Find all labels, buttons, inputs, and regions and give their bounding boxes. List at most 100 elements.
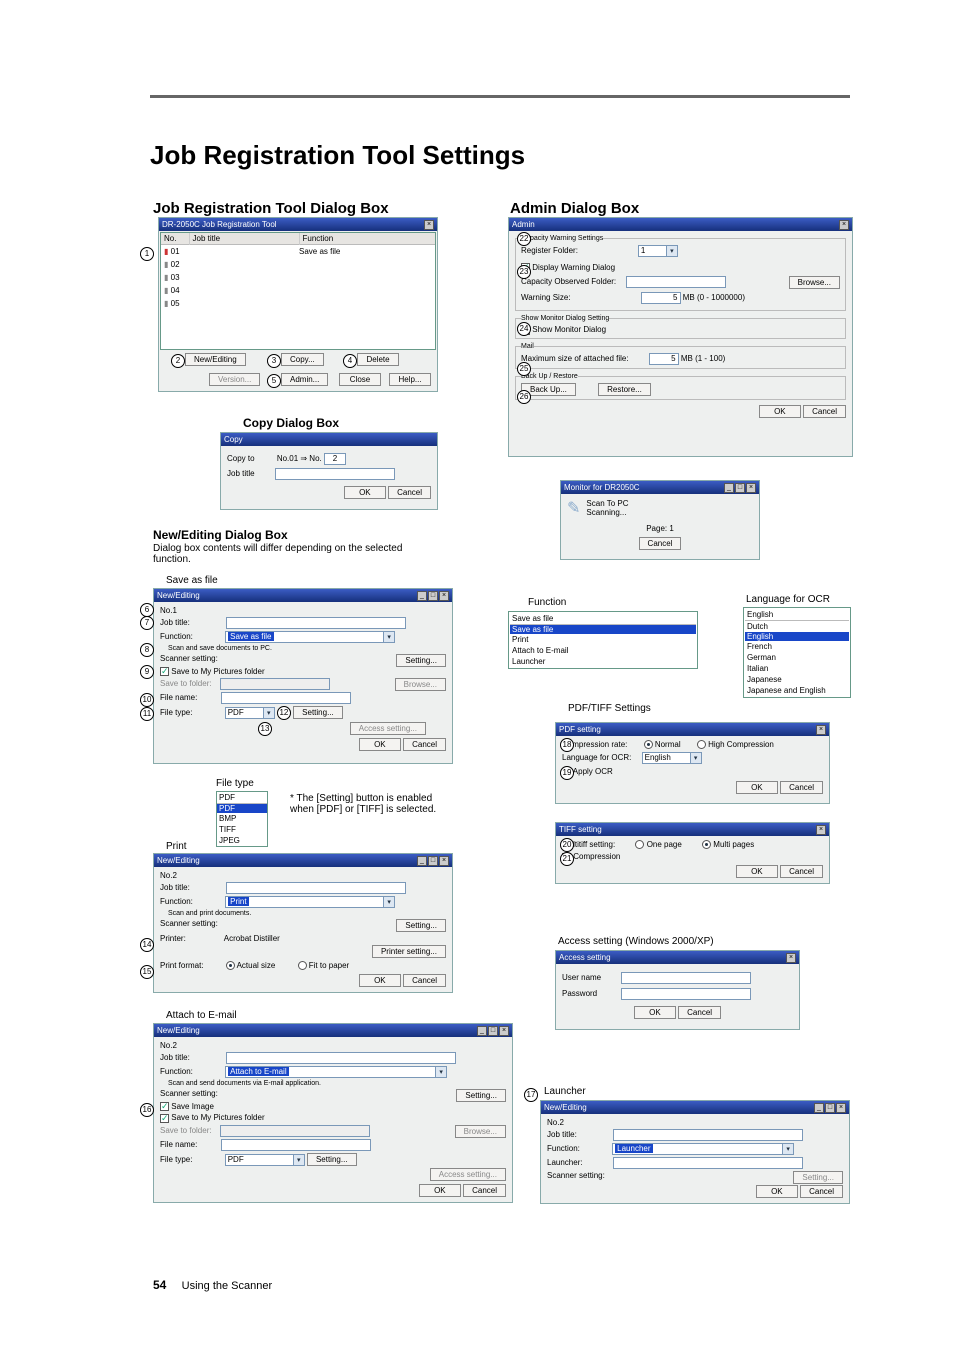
version-button[interactable]: Version... xyxy=(209,373,260,386)
filetype-opt-jpeg[interactable]: JPEG xyxy=(217,835,267,846)
row-02[interactable]: 02 xyxy=(171,260,180,269)
minimize-icon[interactable]: _ xyxy=(724,483,734,493)
saveasfile-function-select[interactable]: Save as file xyxy=(225,631,395,643)
attach-filename-input[interactable] xyxy=(221,1139,371,1151)
saveasfile-ok[interactable]: OK xyxy=(359,738,401,751)
copy-ok[interactable]: OK xyxy=(344,486,386,499)
row-05[interactable]: 05 xyxy=(171,299,180,308)
newedit-button[interactable]: New/Editing xyxy=(185,353,246,366)
access-pass-input[interactable] xyxy=(621,988,751,1000)
copy-jobtitle-input[interactable] xyxy=(275,468,395,480)
copy-button[interactable]: Copy... xyxy=(281,353,324,366)
filetype-select[interactable]: PDF xyxy=(225,707,275,719)
lang-english[interactable]: English xyxy=(745,632,849,641)
lang-dutch[interactable]: Dutch xyxy=(745,621,849,632)
lang-japanese-en[interactable]: Japanese and English xyxy=(745,685,849,696)
tiff-cancel[interactable]: Cancel xyxy=(780,865,823,878)
minimize-icon[interactable]: _ xyxy=(417,856,427,866)
saveasfile-setting-btn[interactable]: Setting... xyxy=(396,654,446,667)
multipage-radio[interactable] xyxy=(702,840,711,849)
close-icon[interactable]: × xyxy=(499,1026,509,1036)
admin-button[interactable]: Admin... xyxy=(281,373,328,386)
attach-filetype-setting-btn[interactable]: Setting... xyxy=(307,1153,357,1166)
copy-spin[interactable]: 2 xyxy=(324,453,346,465)
func-save[interactable]: Save as file xyxy=(510,625,696,634)
row-04[interactable]: 04 xyxy=(171,286,180,295)
attach-filetype-select[interactable]: PDF xyxy=(225,1154,305,1166)
func-print[interactable]: Print xyxy=(510,634,696,645)
save-my-pictures-check[interactable] xyxy=(160,1114,169,1123)
launcher-cancel[interactable]: Cancel xyxy=(800,1185,843,1198)
func-attach[interactable]: Attach to E-mail xyxy=(510,645,696,656)
attach-function-select[interactable]: Attach to E-mail xyxy=(225,1066,447,1078)
close-icon[interactable]: × xyxy=(816,725,826,735)
admin-ok[interactable]: OK xyxy=(759,405,801,418)
filetype-opt-pdf[interactable]: PDF xyxy=(217,804,267,813)
pdf-cancel[interactable]: Cancel xyxy=(780,781,823,794)
lang-list[interactable]: English Dutch English French German Ital… xyxy=(743,607,851,698)
pdf-ok[interactable]: OK xyxy=(736,781,778,794)
filetype-opt-bmp[interactable]: BMP xyxy=(217,813,267,824)
close-button[interactable]: Close xyxy=(339,373,381,386)
close-icon[interactable]: × xyxy=(439,591,449,601)
actual-size-radio[interactable] xyxy=(226,961,235,970)
langocr-select[interactable]: English xyxy=(642,752,702,764)
filetype-list[interactable]: PDF PDF BMP TIFF JPEG xyxy=(216,791,268,847)
launcher-function-select[interactable]: Launcher xyxy=(612,1143,794,1155)
normal-radio[interactable] xyxy=(644,740,653,749)
minimize-icon[interactable]: _ xyxy=(477,1026,487,1036)
delete-button[interactable]: Delete xyxy=(357,353,399,366)
row-03[interactable]: 03 xyxy=(171,273,180,282)
close-icon[interactable]: × xyxy=(839,220,849,230)
monitor-cancel[interactable]: Cancel xyxy=(639,537,682,550)
lang-german[interactable]: German xyxy=(745,652,849,663)
lang-italian[interactable]: Italian xyxy=(745,663,849,674)
print-setting-btn[interactable]: Setting... xyxy=(396,919,446,932)
close-icon[interactable]: × xyxy=(836,1103,846,1113)
close-icon[interactable]: × xyxy=(786,953,796,963)
close-icon[interactable]: × xyxy=(746,483,756,493)
access-cancel[interactable]: Cancel xyxy=(678,1006,721,1019)
attach-ok[interactable]: OK xyxy=(419,1184,461,1197)
close-icon[interactable]: × xyxy=(816,825,826,835)
row-01[interactable]: 01 xyxy=(171,247,180,256)
fit-paper-radio[interactable] xyxy=(298,961,307,970)
func-launcher[interactable]: Launcher xyxy=(510,656,696,667)
launcher-launcher-input[interactable] xyxy=(613,1157,803,1169)
high-radio[interactable] xyxy=(697,740,706,749)
lang-french[interactable]: French xyxy=(745,641,849,652)
print-jobtitle-input[interactable] xyxy=(226,882,406,894)
access-user-input[interactable] xyxy=(621,972,751,984)
filetype-setting-btn[interactable]: Setting... xyxy=(293,706,343,719)
capfolder-input[interactable] xyxy=(626,276,726,288)
save-image-check[interactable] xyxy=(160,1102,169,1111)
lang-japanese[interactable]: Japanese xyxy=(745,674,849,685)
attach-cancel[interactable]: Cancel xyxy=(463,1184,506,1197)
regfolder-select[interactable]: 1 xyxy=(638,245,678,257)
launcher-jobtitle-input[interactable] xyxy=(613,1129,803,1141)
onepage-radio[interactable] xyxy=(635,840,644,849)
minimize-icon[interactable]: _ xyxy=(814,1103,824,1113)
copy-cancel[interactable]: Cancel xyxy=(388,486,431,499)
maxattach-input[interactable]: 5 xyxy=(649,353,679,365)
printer-setting-btn[interactable]: Printer setting... xyxy=(372,945,446,958)
print-function-select[interactable]: Print xyxy=(225,896,395,908)
save-my-pictures-check[interactable] xyxy=(160,667,169,676)
print-ok[interactable]: OK xyxy=(359,974,401,987)
launcher-ok[interactable]: OK xyxy=(756,1185,798,1198)
help-button[interactable]: Help... xyxy=(389,373,431,386)
filetype-opt-tiff[interactable]: TIFF xyxy=(217,824,267,835)
function-list[interactable]: Save as file Save as file Print Attach t… xyxy=(508,611,698,669)
attach-jobtitle-input[interactable] xyxy=(226,1052,456,1064)
admin-cancel[interactable]: Cancel xyxy=(803,405,846,418)
tiff-ok[interactable]: OK xyxy=(736,865,778,878)
warnsize-input[interactable]: 5 xyxy=(641,292,681,304)
print-cancel[interactable]: Cancel xyxy=(403,974,446,987)
restore-button[interactable]: Restore... xyxy=(598,383,651,396)
saveasfile-cancel[interactable]: Cancel xyxy=(403,738,446,751)
filename-input[interactable] xyxy=(221,692,351,704)
close-icon[interactable]: × xyxy=(424,220,434,230)
attach-setting-btn[interactable]: Setting... xyxy=(456,1089,506,1102)
saveasfile-jobtitle-input[interactable] xyxy=(226,617,406,629)
access-ok[interactable]: OK xyxy=(634,1006,676,1019)
